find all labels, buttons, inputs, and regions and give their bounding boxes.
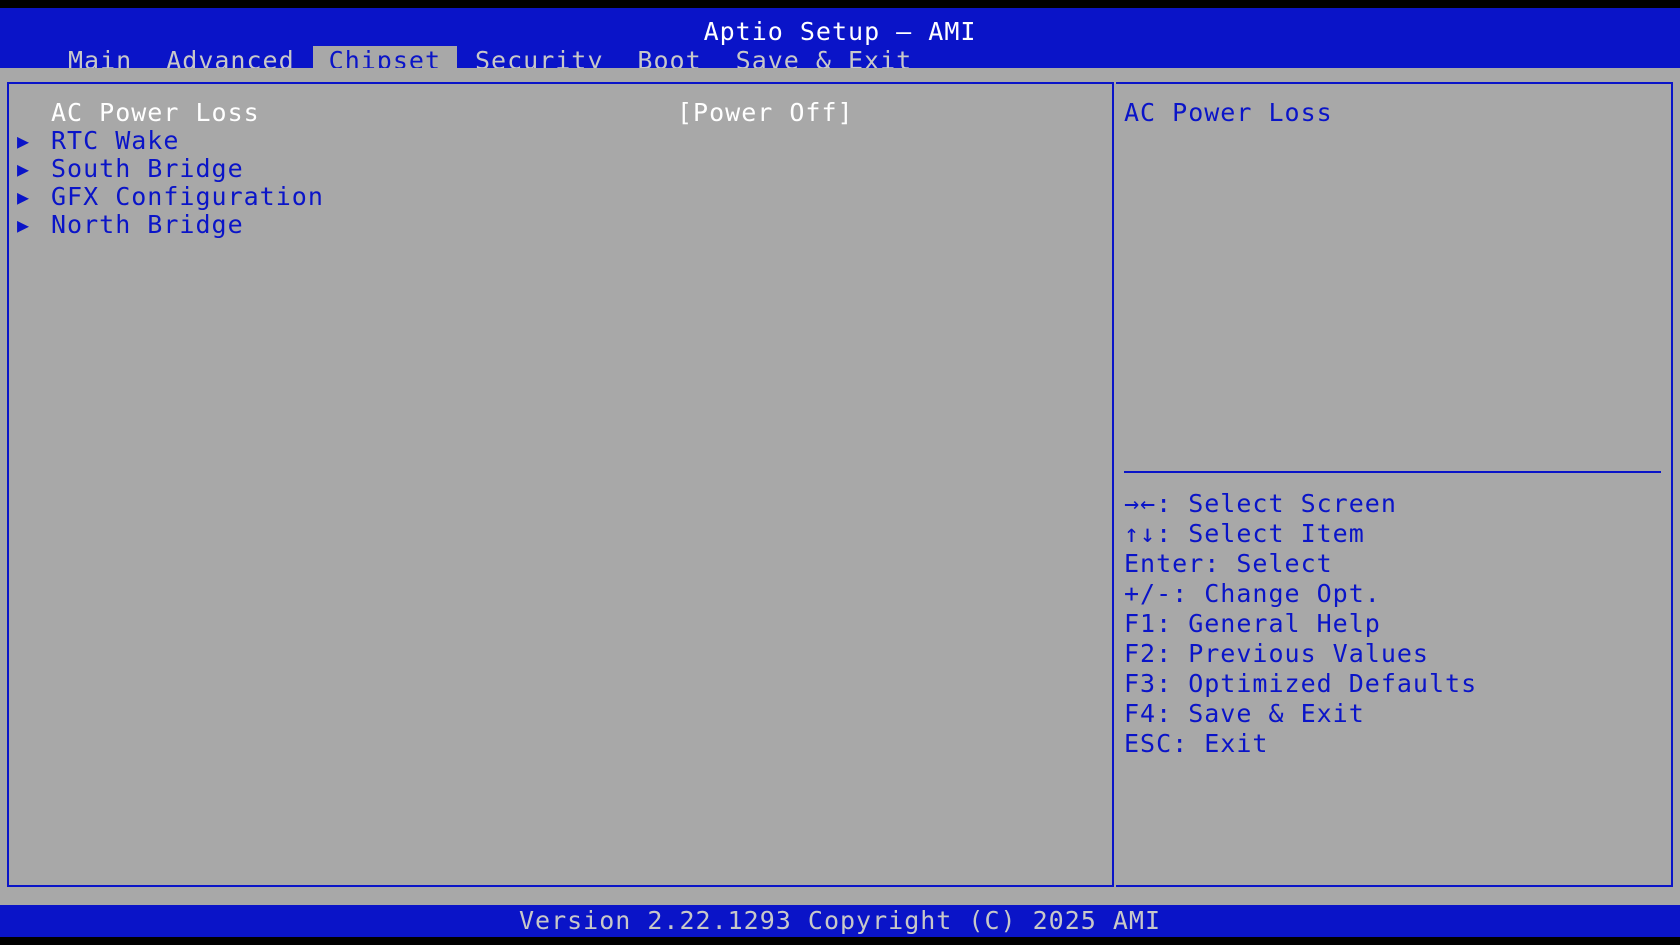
menu-item-spacer — [17, 98, 51, 128]
main-area: AC Power Loss [Power Off] ▶ RTC Wake ▶ S… — [0, 68, 1680, 905]
key-hint-select-item: ↑↓: Select Item — [1124, 519, 1365, 548]
help-panel: AC Power Loss →←: Select Screen ↑↓: Sele… — [1116, 82, 1673, 887]
menu-item-label: GFX Configuration — [51, 182, 324, 211]
menu-item-south-bridge[interactable]: ▶ South Bridge — [17, 154, 244, 184]
window-title: Aptio Setup – AMI — [703, 17, 977, 46]
key-hint-select-screen: →←: Select Screen — [1124, 489, 1397, 518]
key-legend: →←: Select Screen ↑↓: Select Item Enter:… — [1124, 489, 1477, 759]
key-hint-enter: Enter: Select — [1124, 549, 1333, 578]
triangle-right-icon: ▶ — [17, 129, 31, 153]
menu-item-label: South Bridge — [51, 154, 244, 183]
triangle-right-icon: ▶ — [17, 157, 31, 181]
ac-power-loss-value[interactable]: [Power Off] — [677, 98, 854, 128]
key-hint-esc: ESC: Exit — [1124, 729, 1269, 758]
title-bar: Aptio Setup – AMI Main Advanced Chipset … — [0, 8, 1680, 76]
bios-screen: Aptio Setup – AMI Main Advanced Chipset … — [0, 0, 1680, 945]
menu-item-rtc-wake[interactable]: ▶ RTC Wake — [17, 126, 179, 156]
version-footer: Version 2.22.1293 Copyright (C) 2025 AMI — [0, 905, 1680, 937]
triangle-right-icon: ▶ — [17, 213, 31, 237]
key-hint-f3: F3: Optimized Defaults — [1124, 669, 1478, 698]
settings-panel: AC Power Loss [Power Off] ▶ RTC Wake ▶ S… — [7, 82, 1114, 887]
key-hint-f1: F1: General Help — [1124, 609, 1381, 638]
help-divider — [1124, 471, 1661, 473]
menu-item-label: RTC Wake — [51, 126, 180, 155]
key-hint-f2: F2: Previous Values — [1124, 639, 1429, 668]
triangle-right-icon: ▶ — [17, 185, 31, 209]
menu-item-label: North Bridge — [51, 210, 244, 239]
help-title: AC Power Loss — [1124, 98, 1333, 127]
menu-item-gfx-configuration[interactable]: ▶ GFX Configuration — [17, 182, 324, 212]
menu-item-label: AC Power Loss — [51, 98, 260, 127]
menu-item-north-bridge[interactable]: ▶ North Bridge — [17, 210, 244, 240]
menu-item-ac-power-loss[interactable]: AC Power Loss — [17, 98, 260, 128]
key-hint-change-opt: +/-: Change Opt. — [1124, 579, 1381, 608]
key-hint-f4: F4: Save & Exit — [1124, 699, 1365, 728]
